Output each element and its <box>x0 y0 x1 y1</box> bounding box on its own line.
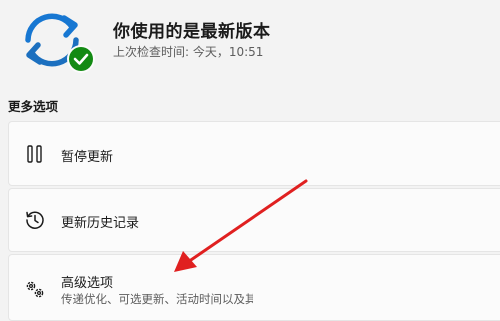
pause-icon <box>27 145 42 163</box>
pause-updates-label: 暂停更新 <box>61 150 114 165</box>
advanced-options-button[interactable]: 高级选项 传递优化、可选更新、活动时间以及其 <box>8 254 500 321</box>
history-icon <box>26 211 44 229</box>
pause-updates-button[interactable]: 暂停更新 <box>8 121 500 186</box>
advanced-options-description: 传递优化、可选更新、活动时间以及其 <box>61 292 253 306</box>
windows-update-page: 你使用的是最新版本 上次检查时间: 今天，10:51 更多选项 暂停更新 更新历… <box>0 0 500 321</box>
advanced-options-label: 高级选项 <box>61 276 114 291</box>
gears-icon <box>26 281 44 298</box>
more-options-heading: 更多选项 <box>8 99 59 114</box>
success-check-icon <box>67 45 95 73</box>
last-checked-text: 上次检查时间: 今天，10:51 <box>113 45 264 59</box>
sync-update-icon <box>25 13 95 73</box>
update-status-title: 你使用的是最新版本 <box>113 22 271 42</box>
update-history-button[interactable]: 更新历史记录 <box>8 188 500 252</box>
update-history-label: 更新历史记录 <box>61 216 140 231</box>
